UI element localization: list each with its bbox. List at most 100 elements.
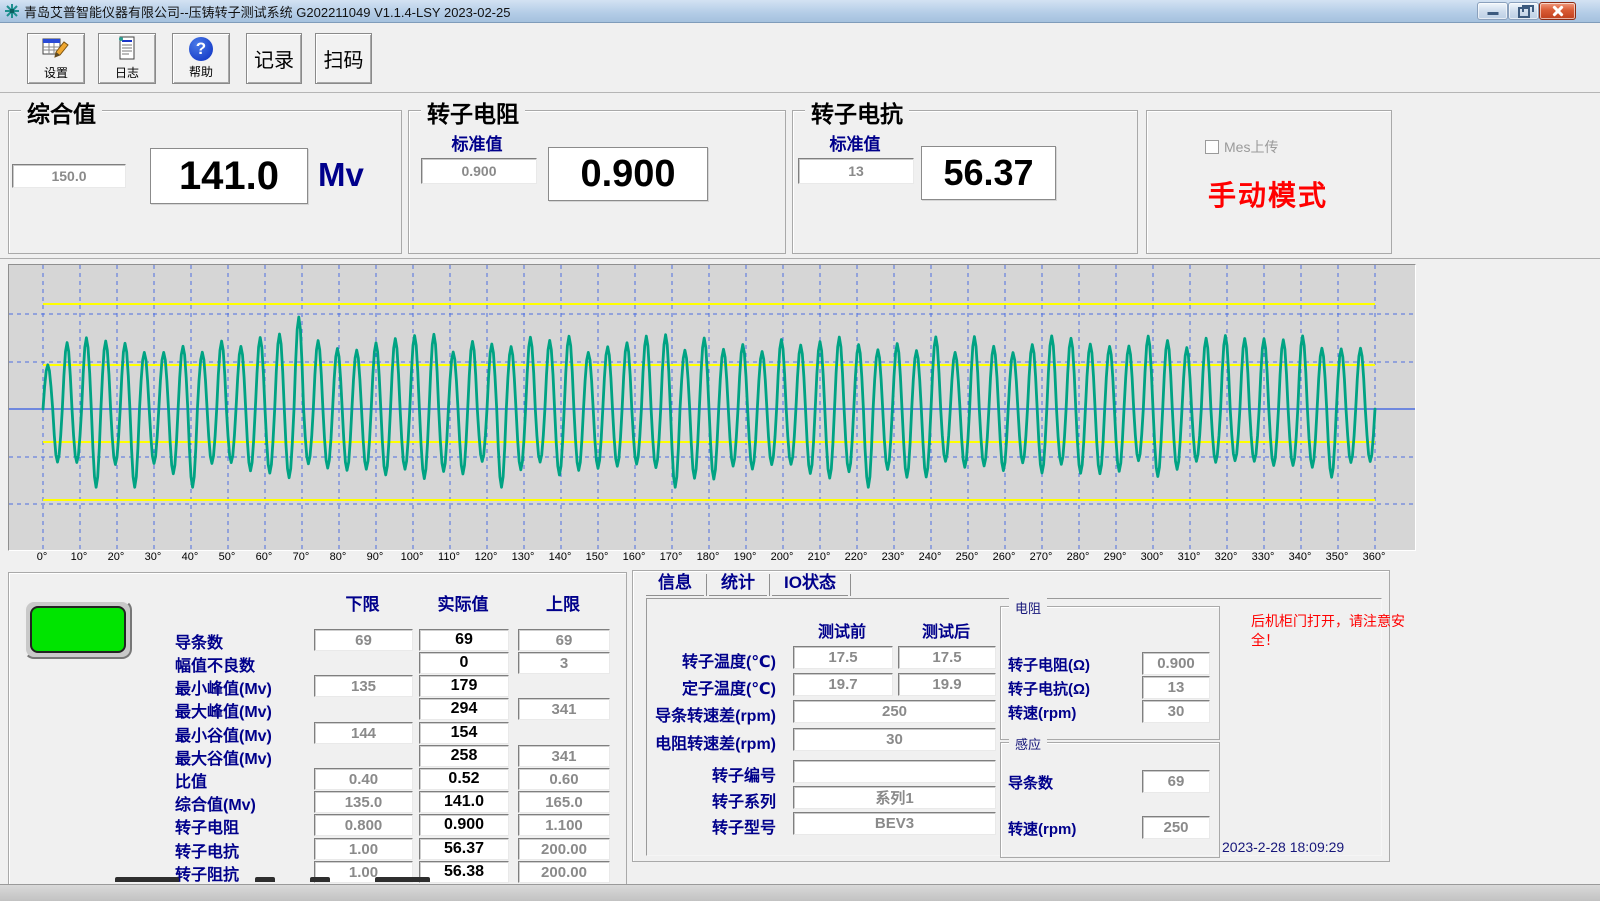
minimize-button[interactable] bbox=[1477, 2, 1508, 20]
waveform-chart bbox=[9, 265, 1415, 550]
resistance-value-display: 0.900 bbox=[548, 147, 708, 201]
x-axis-tick: 150° bbox=[586, 551, 609, 563]
x-axis-tick: 330° bbox=[1252, 551, 1275, 563]
tab-bar: 信息 统计 IO状态 bbox=[646, 572, 853, 596]
induction-group: 感应 bbox=[1000, 742, 1220, 858]
mes-upload-checkbox[interactable]: Mes上传 bbox=[1205, 137, 1278, 157]
header-upper-limit: 上限 bbox=[518, 590, 608, 615]
log-icon bbox=[116, 36, 138, 62]
lower-limit-field: 135.0 bbox=[314, 791, 413, 813]
cutoff-button-fragment bbox=[375, 877, 430, 882]
x-axis-tick: 130° bbox=[512, 551, 535, 563]
x-axis-tick: 220° bbox=[845, 551, 868, 563]
rotor-temp-before-field: 17.5 bbox=[793, 646, 893, 669]
scan-label: 扫码 bbox=[324, 44, 364, 73]
actual-value-field: 0 bbox=[419, 652, 509, 674]
table-row: 最小谷值(Mv) 144 154 bbox=[0, 722, 625, 743]
table-row: 转子电阻 0.800 0.900 1.100 bbox=[0, 814, 625, 835]
x-axis-tick: 110° bbox=[438, 551, 460, 563]
x-axis-tick: 0° bbox=[37, 551, 48, 563]
lower-limit-field: 69 bbox=[314, 629, 413, 651]
x-axis-tick: 230° bbox=[882, 551, 905, 563]
rotor-temp-after-field: 17.5 bbox=[898, 646, 996, 669]
x-axis-tick: 30° bbox=[145, 551, 162, 563]
table-row: 转子电抗 1.00 56.37 200.00 bbox=[0, 838, 625, 859]
composite-value-display: 141.0 bbox=[150, 148, 308, 204]
actual-value-field: 56.38 bbox=[419, 861, 509, 883]
record-button[interactable]: 记录 bbox=[246, 33, 302, 84]
table-row: 导条数 69 69 69 bbox=[0, 629, 625, 650]
upper-limit-field: 341 bbox=[518, 698, 610, 720]
x-axis-tick: 100° bbox=[401, 551, 424, 563]
restore-button[interactable] bbox=[1508, 2, 1539, 20]
x-axis-tick: 250° bbox=[956, 551, 979, 563]
minimize-icon bbox=[1487, 12, 1498, 15]
upper-limit-field: 0.60 bbox=[518, 768, 610, 790]
x-axis-tick: 170° bbox=[660, 551, 683, 563]
x-axis-tick: 280° bbox=[1067, 551, 1090, 563]
window-bottom-border bbox=[0, 884, 1600, 901]
help-button[interactable]: ? 帮助 bbox=[172, 33, 230, 84]
resistance-std-input[interactable]: 0.900 bbox=[421, 158, 537, 184]
x-axis-tick: 70° bbox=[293, 551, 310, 563]
stator-temp-after-field: 19.9 bbox=[898, 673, 996, 696]
rotor-serial-input[interactable] bbox=[793, 760, 996, 783]
checkbox-icon bbox=[1205, 140, 1219, 154]
cutoff-button-fragment bbox=[310, 877, 330, 882]
x-axis-tick: 10° bbox=[71, 551, 88, 563]
timestamp: 2023-2-28 18:09:29 bbox=[1222, 839, 1344, 855]
induction-speed-setting-field: 250 bbox=[1142, 816, 1210, 839]
bar-speed-diff-field: 250 bbox=[793, 700, 996, 723]
x-axis-tick: 320° bbox=[1215, 551, 1238, 563]
x-axis-tick: 360° bbox=[1363, 551, 1386, 563]
log-button[interactable]: 日志 bbox=[98, 33, 156, 84]
x-axis-tick: 290° bbox=[1104, 551, 1127, 563]
lower-limit-field: 135 bbox=[314, 675, 413, 697]
x-axis-tick: 350° bbox=[1326, 551, 1349, 563]
upper-limit-field: 1.100 bbox=[518, 814, 610, 836]
table-row: 最大峰值(Mv) 294 341 bbox=[0, 698, 625, 719]
composite-std-input[interactable]: 150.0 bbox=[12, 164, 126, 188]
tab-io-status[interactable]: IO状态 bbox=[772, 568, 848, 596]
x-axis-tick: 160° bbox=[623, 551, 646, 563]
mes-upload-label: Mes上传 bbox=[1224, 137, 1278, 157]
resistance-speed-diff-field: 30 bbox=[793, 728, 996, 751]
toolbar bbox=[0, 23, 1600, 93]
safety-warning-text: 后机柜门打开，请注意安全！ bbox=[1251, 612, 1411, 650]
cutoff-button-fragment bbox=[255, 877, 275, 882]
mode-text: 手动模式 bbox=[1208, 174, 1328, 214]
x-axis-tick: 200° bbox=[771, 551, 794, 563]
reactance-value-display: 56.37 bbox=[921, 146, 1056, 200]
x-axis-tick: 210° bbox=[808, 551, 831, 563]
induction-group-title: 感应 bbox=[1009, 734, 1047, 753]
log-label: 日志 bbox=[115, 64, 139, 81]
close-button[interactable] bbox=[1539, 2, 1576, 20]
title-bar: 青岛艾普智能仪器有限公司--压铸转子测试系统 G202211049 V1.1.4… bbox=[0, 0, 1600, 23]
lower-limit-field: 1.00 bbox=[314, 838, 413, 860]
actual-value-field: 154 bbox=[419, 722, 509, 744]
table-row: 最大谷值(Mv) 258 341 bbox=[0, 745, 625, 766]
resistance-speed-setting-field: 30 bbox=[1142, 700, 1210, 723]
upper-limit-field: 200.00 bbox=[518, 838, 610, 860]
rotor-model-field[interactable]: BEV3 bbox=[793, 812, 996, 835]
tab-stats[interactable]: 统计 bbox=[709, 568, 767, 596]
settings-button[interactable]: 设置 bbox=[27, 33, 85, 84]
rotor-resistance-setting-field: 0.900 bbox=[1142, 652, 1210, 675]
rotor-series-field[interactable]: 系列1 bbox=[793, 786, 996, 809]
x-axis-tick: 180° bbox=[697, 551, 720, 563]
x-axis-tick: 270° bbox=[1030, 551, 1053, 563]
reactance-std-input[interactable]: 13 bbox=[798, 158, 914, 184]
help-icon: ? bbox=[189, 37, 213, 61]
actual-value-field: 294 bbox=[419, 698, 509, 720]
table-row: 最小峰值(Mv) 135 179 bbox=[0, 675, 625, 696]
x-axis-tick: 310° bbox=[1178, 551, 1201, 563]
settings-icon bbox=[42, 36, 70, 62]
actual-value-field: 179 bbox=[419, 675, 509, 697]
upper-limit-field: 200.00 bbox=[518, 861, 610, 883]
actual-value-field: 69 bbox=[419, 629, 509, 651]
scan-button[interactable]: 扫码 bbox=[315, 33, 372, 84]
table-row: 综合值(Mv) 135.0 141.0 165.0 bbox=[0, 791, 625, 812]
tab-info[interactable]: 信息 bbox=[646, 568, 704, 596]
plot-area bbox=[8, 264, 1416, 551]
x-axis-tick: 40° bbox=[182, 551, 199, 563]
